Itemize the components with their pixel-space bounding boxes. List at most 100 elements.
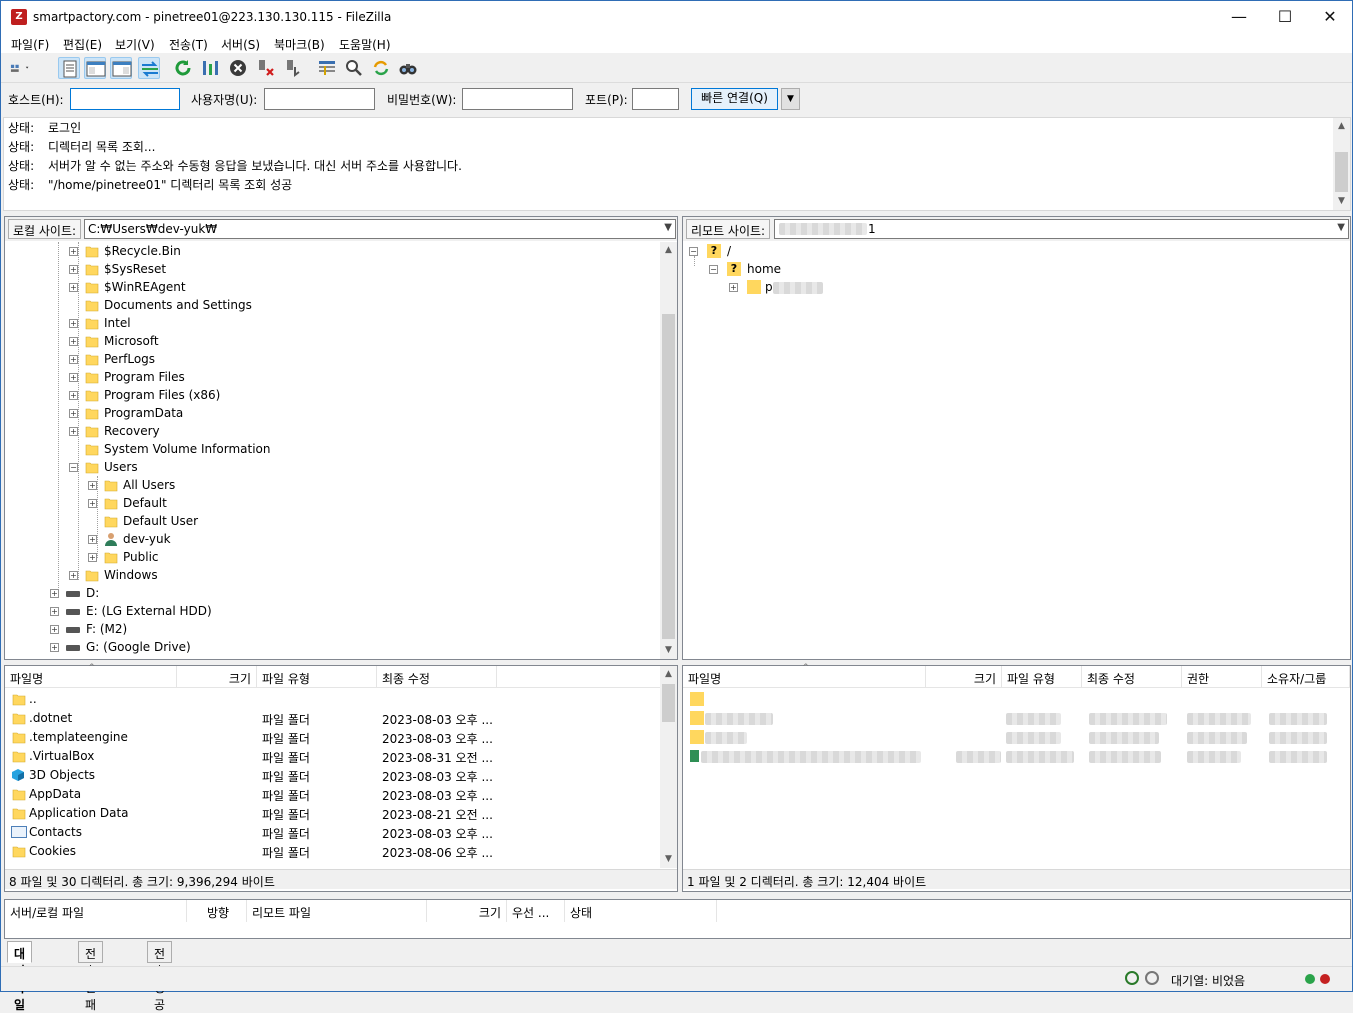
col-type[interactable]: 파일 유형 (1002, 666, 1082, 688)
expand-icon[interactable]: + (69, 571, 78, 580)
list-item[interactable]: Application Data 파일 폴더 2023-08-21 오전 ... (5, 804, 660, 823)
tree-item[interactable]: + Program Files (69, 369, 469, 387)
expand-icon[interactable]: + (88, 535, 97, 544)
tree-item[interactable]: + $SysReset (69, 261, 469, 279)
drive-item[interactable]: + F: (M2) (50, 621, 350, 639)
directory-listing-filter-icon[interactable] (316, 57, 338, 79)
drive-item[interactable]: + D: (50, 585, 350, 603)
expand-icon[interactable]: + (88, 499, 97, 508)
close-button[interactable]: ✕ (1307, 1, 1353, 33)
local-list-scrollbar[interactable]: ▲ ▼ (660, 666, 677, 868)
list-item[interactable]: AppData 파일 폴더 2023-08-03 오후 ... (5, 785, 660, 804)
list-item[interactable]: Cookies 파일 폴더 2023-08-06 오후 ... (5, 842, 660, 861)
expand-icon[interactable]: + (50, 625, 59, 634)
col-local-file[interactable]: 서버/로컬 파일 (5, 900, 187, 922)
menu-server[interactable]: 서버(S) (221, 36, 260, 53)
menu-edit[interactable]: 편집(E) (63, 36, 102, 53)
menu-transfer[interactable]: 전송(T) (169, 36, 208, 53)
tab-failed-transfers[interactable]: 전송 실패 (78, 941, 104, 1012)
expand-icon[interactable]: + (88, 553, 97, 562)
scroll-down-icon[interactable]: ▼ (660, 642, 677, 659)
compare-directories-icon[interactable] (343, 57, 365, 79)
expand-icon[interactable]: + (50, 607, 59, 616)
search-files-icon[interactable] (397, 57, 419, 79)
tree-item[interactable]: + Microsoft (69, 333, 469, 351)
col-size[interactable]: 크기 (926, 666, 1002, 688)
tree-item[interactable]: + PerfLogs (69, 351, 469, 369)
list-item[interactable] (683, 690, 1348, 709)
local-path-combobox[interactable]: C:₩Users₩dev-yuk₩ ▼ (84, 219, 676, 239)
col-type[interactable]: 파일 유형 (257, 666, 377, 688)
remote-tree-home[interactable]: − ? home (709, 261, 909, 279)
tree-item[interactable]: + Program Files (x86) (69, 387, 469, 405)
scroll-thumb[interactable] (662, 684, 675, 722)
tab-queued-files[interactable]: 대기 파일 (7, 941, 33, 1012)
list-item[interactable] (683, 709, 1348, 728)
toggle-log-icon[interactable] (58, 57, 80, 79)
reconnect-icon[interactable] (282, 57, 304, 79)
col-remote-file[interactable]: 리모트 파일 (247, 900, 427, 922)
scroll-thumb[interactable] (662, 314, 675, 639)
list-item[interactable]: 3D Objects 파일 폴더 2023-08-03 오후 ... (5, 766, 660, 785)
col-direction[interactable]: 방향 (202, 900, 247, 922)
log-scrollbar[interactable]: ▲ ▼ (1333, 118, 1350, 210)
sync-browsing-icon[interactable] (370, 57, 392, 79)
expand-icon[interactable]: + (69, 319, 78, 328)
quickconnect-history-dropdown[interactable]: ▼ (781, 88, 800, 110)
scroll-up-icon[interactable]: ▲ (660, 666, 677, 683)
scroll-down-icon[interactable]: ▼ (1333, 193, 1350, 210)
col-size[interactable]: 크기 (177, 666, 257, 688)
list-item[interactable]: .. (5, 690, 660, 709)
expand-icon[interactable]: + (69, 373, 78, 382)
tree-item[interactable]: + $Recycle.Bin (69, 243, 469, 261)
scroll-up-icon[interactable]: ▲ (1333, 118, 1350, 135)
col-modified[interactable]: 최종 수정 (377, 666, 497, 688)
process-queue-icon[interactable] (199, 57, 221, 79)
maximize-button[interactable]: ☐ (1262, 1, 1308, 33)
collapse-icon[interactable]: − (689, 247, 698, 256)
col-status[interactable]: 상태 (565, 900, 717, 922)
scroll-up-icon[interactable]: ▲ (660, 242, 677, 259)
remote-path-combobox[interactable]: 1 ▼ (774, 219, 1349, 239)
tree-item[interactable]: + Windows (69, 567, 469, 585)
list-item[interactable] (683, 728, 1348, 747)
tree-item[interactable]: + Intel (69, 315, 469, 333)
chevron-down-icon[interactable]: ▼ (1337, 222, 1345, 233)
disconnect-icon[interactable] (255, 57, 277, 79)
list-item[interactable]: Contacts 파일 폴더 2023-08-03 오후 ... (5, 823, 660, 842)
scroll-thumb[interactable] (1335, 152, 1348, 192)
cancel-operation-icon[interactable] (227, 57, 249, 79)
tree-item[interactable]: Default User (88, 513, 488, 531)
col-permissions[interactable]: 권한 (1182, 666, 1262, 688)
tree-item[interactable]: Documents and Settings (69, 297, 469, 315)
drive-item[interactable]: + G: (Google Drive) (50, 639, 350, 657)
col-priority[interactable]: 우선 ... (507, 900, 565, 922)
minimize-button[interactable]: — (1216, 1, 1262, 33)
toggle-queue-icon[interactable] (138, 57, 160, 79)
expand-icon[interactable]: + (88, 481, 97, 490)
port-input[interactable] (632, 88, 679, 110)
quickconnect-button[interactable]: 빠른 연결(Q) (691, 88, 778, 110)
tree-item[interactable]: + Default (88, 495, 488, 513)
col-modified[interactable]: 최종 수정 (1082, 666, 1182, 688)
list-item[interactable]: .dotnet 파일 폴더 2023-08-03 오후 ... (5, 709, 660, 728)
expand-icon[interactable]: + (729, 283, 738, 292)
tree-item[interactable]: + Public (88, 549, 488, 567)
tree-item[interactable]: − Users (69, 459, 469, 477)
toggle-remote-tree-icon[interactable] (110, 57, 132, 79)
expand-icon[interactable]: + (50, 643, 59, 652)
collapse-icon[interactable]: − (709, 265, 718, 274)
tree-item[interactable]: + dev-yuk (88, 531, 488, 549)
expand-icon[interactable]: + (69, 265, 78, 274)
tree-item[interactable]: + Recovery (69, 423, 469, 441)
drive-item[interactable]: + E: (LG External HDD) (50, 603, 350, 621)
expand-icon[interactable]: + (69, 427, 78, 436)
refresh-icon[interactable] (172, 57, 194, 79)
tree-item[interactable]: + ProgramData (69, 405, 469, 423)
expand-icon[interactable]: + (69, 391, 78, 400)
toggle-local-tree-icon[interactable] (84, 57, 106, 79)
speed-limit-icon[interactable] (1145, 971, 1159, 985)
list-item[interactable]: .templateengine 파일 폴더 2023-08-03 오후 ... (5, 728, 660, 747)
local-tree-scrollbar[interactable]: ▲ ▼ (660, 242, 677, 659)
list-item[interactable] (683, 747, 1348, 766)
